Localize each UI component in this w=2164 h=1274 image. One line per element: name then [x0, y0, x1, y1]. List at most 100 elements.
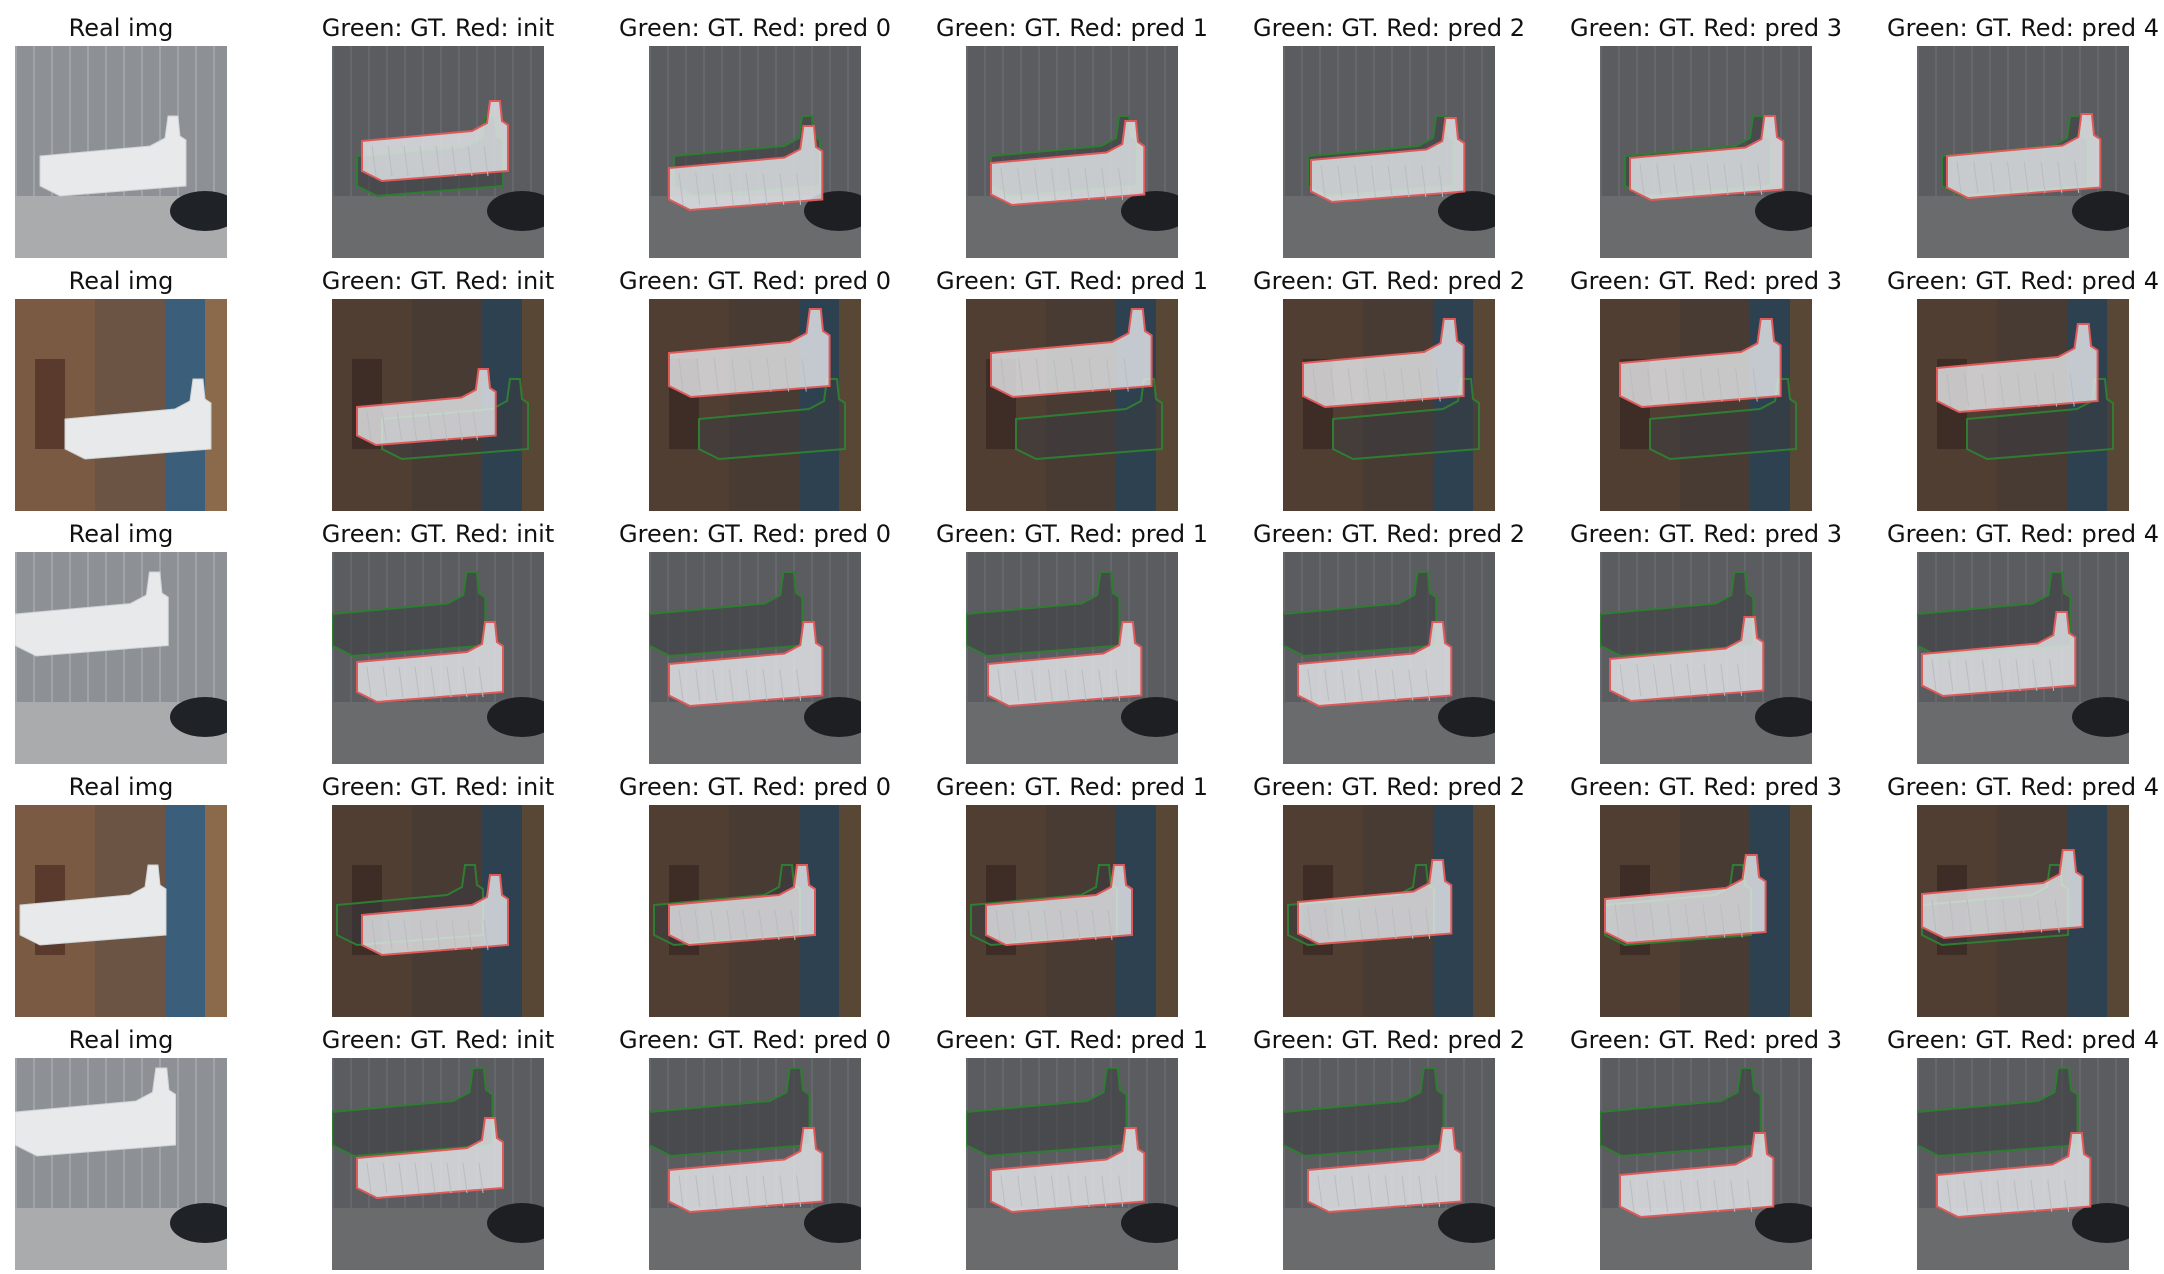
real-photo	[15, 1058, 227, 1270]
overlay-title: Green: GT. Red: pred 2	[1253, 773, 1525, 801]
scene-svg	[15, 552, 227, 764]
scene-svg	[649, 1058, 861, 1270]
scene-svg	[1283, 805, 1495, 1017]
scene-svg	[966, 805, 1178, 1017]
scene-svg	[1600, 805, 1812, 1017]
pose-overlay-image	[332, 299, 544, 511]
scene-svg	[1283, 46, 1495, 258]
overlay-title: Green: GT. Red: pred 3	[1570, 14, 1842, 42]
pose-overlay-image	[1283, 552, 1495, 764]
pose-overlay-image	[966, 805, 1178, 1017]
overlay-title: Green: GT. Red: pred 2	[1253, 520, 1525, 548]
overlay-title: Green: GT. Red: pred 0	[619, 14, 891, 42]
real-photo	[15, 46, 227, 258]
pose-overlay-image	[1600, 805, 1812, 1017]
overlay-title: Green: GT. Red: init	[321, 520, 555, 548]
overlay-title: Green: GT. Red: pred 0	[619, 520, 891, 548]
scene-svg	[332, 1058, 544, 1270]
scene-svg	[649, 552, 861, 764]
scene-svg	[332, 805, 544, 1017]
overlay-title: Green: GT. Red: pred 3	[1570, 1026, 1842, 1054]
scene-svg	[15, 299, 227, 511]
real-photo	[15, 805, 227, 1017]
scene-svg	[1917, 552, 2129, 764]
pose-overlay-image	[1917, 805, 2129, 1017]
scene-svg	[15, 1058, 227, 1270]
pose-overlay-image	[1917, 1058, 2129, 1270]
scene-svg	[966, 1058, 1178, 1270]
overlay-title: Green: GT. Red: pred 2	[1253, 14, 1525, 42]
pose-overlay-image	[332, 1058, 544, 1270]
overlay-title: Green: GT. Red: init	[321, 267, 555, 295]
pose-overlay-image	[649, 299, 861, 511]
scene-svg	[332, 552, 544, 764]
pose-overlay-image	[966, 1058, 1178, 1270]
pose-overlay-image	[332, 805, 544, 1017]
scene-svg	[332, 299, 544, 511]
scene-svg	[15, 46, 227, 258]
overlay-title: Green: GT. Red: pred 4	[1887, 520, 2159, 548]
overlay-title: Green: GT. Red: pred 1	[936, 267, 1208, 295]
overlay-title: Green: GT. Red: pred 1	[936, 1026, 1208, 1054]
pose-overlay-image	[1600, 299, 1812, 511]
pose-overlay-image	[966, 46, 1178, 258]
scene-svg	[1283, 552, 1495, 764]
real-photo	[15, 299, 227, 511]
real-image-title: Real img	[68, 773, 174, 801]
overlay-title: Green: GT. Red: init	[321, 14, 555, 42]
overlay-title: Green: GT. Red: pred 2	[1253, 1026, 1525, 1054]
real-photo	[15, 552, 227, 764]
overlay-title: Green: GT. Red: pred 4	[1887, 1026, 2159, 1054]
pose-overlay-image	[1600, 552, 1812, 764]
real-image-title: Real img	[68, 14, 174, 42]
pose-overlay-image	[1917, 46, 2129, 258]
scene-svg	[1917, 46, 2129, 258]
overlay-title: Green: GT. Red: pred 1	[936, 14, 1208, 42]
scene-svg	[332, 46, 544, 258]
pose-overlay-image	[332, 552, 544, 764]
overlay-title: Green: GT. Red: pred 3	[1570, 520, 1842, 548]
overlay-title: Green: GT. Red: init	[321, 1026, 555, 1054]
scene-svg	[966, 46, 1178, 258]
overlay-title: Green: GT. Red: pred 2	[1253, 267, 1525, 295]
scene-svg	[15, 805, 227, 1017]
pose-overlay-image	[649, 1058, 861, 1270]
overlay-title: Green: GT. Red: init	[321, 773, 555, 801]
scene-svg	[966, 299, 1178, 511]
pose-overlay-image	[1283, 1058, 1495, 1270]
scene-svg	[1600, 46, 1812, 258]
overlay-title: Green: GT. Red: pred 1	[936, 520, 1208, 548]
pose-overlay-image	[1283, 46, 1495, 258]
overlay-title: Green: GT. Red: pred 4	[1887, 773, 2159, 801]
real-image-title: Real img	[68, 267, 174, 295]
real-image-title: Real img	[68, 1026, 174, 1054]
pose-overlay-image	[1917, 552, 2129, 764]
overlay-title: Green: GT. Red: pred 3	[1570, 773, 1842, 801]
pose-overlay-image	[1917, 299, 2129, 511]
overlay-title: Green: GT. Red: pred 4	[1887, 267, 2159, 295]
scene-svg	[1600, 1058, 1812, 1270]
pose-overlay-image	[649, 805, 861, 1017]
scene-svg	[1600, 552, 1812, 764]
image-grid: Real img Green: GT. Red: init Green: GT. R…	[0, 0, 2164, 1274]
overlay-title: Green: GT. Red: pred 0	[619, 1026, 891, 1054]
real-image-title: Real img	[68, 520, 174, 548]
scene-svg	[1600, 299, 1812, 511]
scene-svg	[1917, 1058, 2129, 1270]
scene-svg	[966, 552, 1178, 764]
scene-svg	[1917, 299, 2129, 511]
scene-svg	[1917, 805, 2129, 1017]
scene-svg	[649, 805, 861, 1017]
scene-svg	[649, 299, 861, 511]
scene-svg	[1283, 299, 1495, 511]
pose-overlay-image	[332, 46, 544, 258]
overlay-title: Green: GT. Red: pred 0	[619, 773, 891, 801]
overlay-title: Green: GT. Red: pred 0	[619, 267, 891, 295]
overlay-title: Green: GT. Red: pred 1	[936, 773, 1208, 801]
pose-overlay-image	[1600, 1058, 1812, 1270]
pose-overlay-image	[966, 552, 1178, 764]
overlay-title: Green: GT. Red: pred 4	[1887, 14, 2159, 42]
pose-overlay-image	[966, 299, 1178, 511]
scene-svg	[649, 46, 861, 258]
pose-overlay-image	[1283, 299, 1495, 511]
